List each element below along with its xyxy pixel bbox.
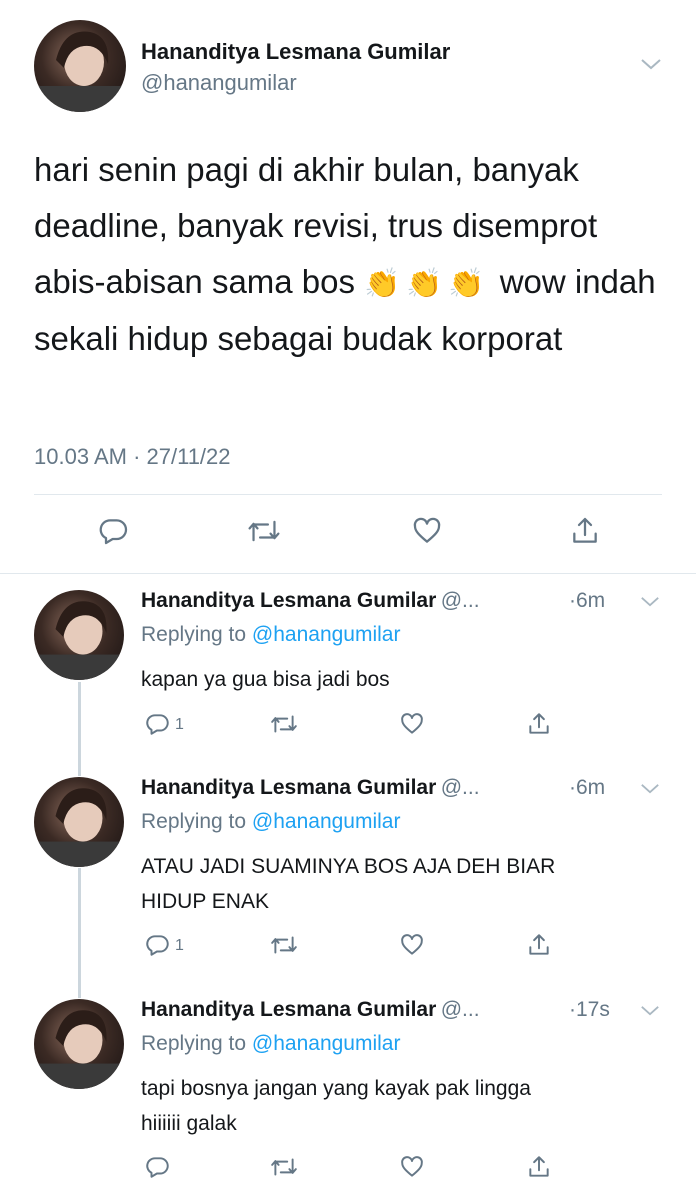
reply-handle[interactable]: @... xyxy=(441,589,480,612)
reply-text: tapi bosnya jangan yang kayak pak lingga… xyxy=(141,1071,671,1141)
author-handle[interactable]: @hanangumilar xyxy=(141,70,297,96)
replying-to-mention[interactable]: @hanangumilar xyxy=(252,1032,401,1055)
reply-time[interactable]: ·17s xyxy=(569,998,610,1022)
retweet-icon[interactable] xyxy=(270,1154,298,1180)
reply-avatar[interactable] xyxy=(34,999,124,1089)
reply-avatar[interactable] xyxy=(34,590,124,680)
reply-icon[interactable] xyxy=(145,711,171,737)
chevron-down-icon[interactable] xyxy=(640,1004,660,1017)
reply-icon[interactable] xyxy=(145,1154,171,1180)
retweet-icon[interactable] xyxy=(270,932,298,958)
reply-time[interactable]: ·6m xyxy=(569,776,605,800)
reply-handle[interactable]: @... xyxy=(441,998,480,1021)
share-icon[interactable] xyxy=(526,932,552,958)
reply-header: Hananditya Lesmana Gumilar @... xyxy=(141,998,480,1022)
reply-icon[interactable] xyxy=(98,515,130,547)
replying-to-label: Replying to xyxy=(141,810,247,833)
share-icon[interactable] xyxy=(526,711,552,737)
retweet-icon[interactable] xyxy=(247,515,281,547)
tweet-timestamp[interactable]: 10.03 AM · 27/11/22 xyxy=(34,444,231,470)
reply-text: ATAU JADI SUAMINYA BOS AJA DEH BIAR HIDU… xyxy=(141,849,671,919)
reply-count: 1 xyxy=(175,937,184,954)
clapping-hands-emoji: 👏👏👏 xyxy=(364,266,491,300)
main-avatar[interactable] xyxy=(34,20,126,112)
divider xyxy=(34,494,662,495)
replying-to: Replying to @hanangumilar xyxy=(141,1032,400,1056)
reply-text-line: ATAU JADI SUAMINYA BOS AJA DEH BIAR xyxy=(141,855,556,878)
chevron-down-icon[interactable] xyxy=(640,595,660,608)
reply-text: kapan ya gua bisa jadi bos xyxy=(141,662,671,697)
reply-time[interactable]: ·6m xyxy=(569,589,605,613)
like-icon[interactable] xyxy=(399,711,425,737)
reply-display-name[interactable]: Hananditya Lesmana Gumilar xyxy=(141,998,436,1021)
replying-to: Replying to @hanangumilar xyxy=(141,810,400,834)
chevron-down-icon[interactable] xyxy=(640,57,662,71)
share-icon[interactable] xyxy=(569,515,601,547)
share-icon[interactable] xyxy=(526,1154,552,1180)
reply-header: Hananditya Lesmana Gumilar @... xyxy=(141,776,480,800)
reply-text-line: tapi bosnya jangan yang kayak pak lingga xyxy=(141,1077,531,1100)
section-divider xyxy=(0,573,696,574)
replying-to-label: Replying to xyxy=(141,623,247,646)
replying-to-mention[interactable]: @hanangumilar xyxy=(252,623,401,646)
like-icon[interactable] xyxy=(399,932,425,958)
chevron-down-icon[interactable] xyxy=(640,782,660,795)
thread-connector xyxy=(78,682,81,776)
reply-display-name[interactable]: Hananditya Lesmana Gumilar xyxy=(141,776,436,799)
reply-header: Hananditya Lesmana Gumilar @... xyxy=(141,589,480,613)
reply-display-name[interactable]: Hananditya Lesmana Gumilar xyxy=(141,589,436,612)
retweet-icon[interactable] xyxy=(270,711,298,737)
reply-icon[interactable] xyxy=(145,932,171,958)
replying-to: Replying to @hanangumilar xyxy=(141,623,400,647)
replying-to-mention[interactable]: @hanangumilar xyxy=(252,810,401,833)
reply-text-line: hiiiiii galak xyxy=(141,1112,237,1135)
like-icon[interactable] xyxy=(411,515,443,547)
reply-handle[interactable]: @... xyxy=(441,776,480,799)
reply-avatar[interactable] xyxy=(34,777,124,867)
author-display-name[interactable]: Hananditya Lesmana Gumilar xyxy=(141,39,450,65)
thread-connector xyxy=(78,868,81,998)
replying-to-label: Replying to xyxy=(141,1032,247,1055)
reply-text-line: kapan ya gua bisa jadi bos xyxy=(141,668,390,691)
tweet-text: hari senin pagi di akhir bulan, banyak d… xyxy=(34,142,664,367)
reply-count: 1 xyxy=(175,716,184,733)
like-icon[interactable] xyxy=(399,1154,425,1180)
reply-text-line: HIDUP ENAK xyxy=(141,890,269,913)
